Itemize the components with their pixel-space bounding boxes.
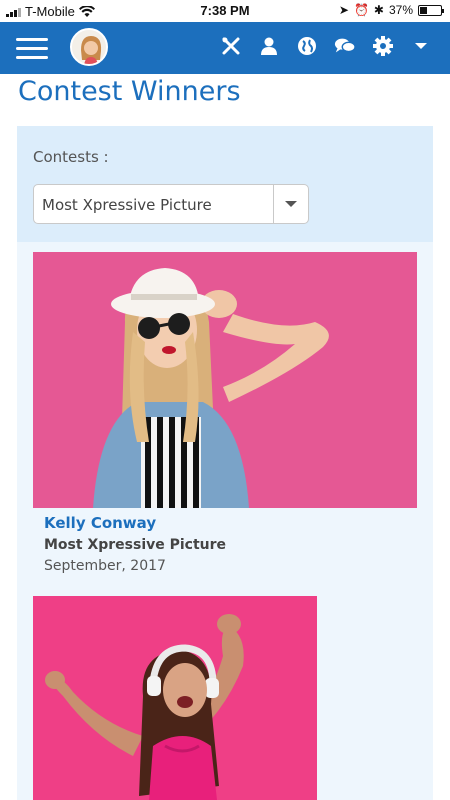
user-icon[interactable] — [258, 35, 280, 57]
contest-select-value: Most Xpressive Picture — [42, 196, 212, 214]
page-title: Contest Winners — [18, 76, 241, 107]
contest-filter-panel: Contests : Most Xpressive Picture — [17, 126, 433, 242]
battery-icon — [418, 4, 444, 16]
contests-label: Contests : — [33, 148, 109, 166]
tools-icon[interactable] — [220, 35, 242, 57]
location-icon: ➤ — [338, 3, 349, 17]
winner-photo[interactable] — [33, 596, 317, 800]
globe-icon[interactable] — [296, 35, 318, 57]
winners-list: Kelly Conway Most Xpressive Picture Sept… — [17, 242, 433, 800]
winner-contest: Most Xpressive Picture — [44, 537, 227, 553]
select-divider — [273, 185, 274, 223]
top-navbar — [0, 22, 450, 74]
navbar-actions — [220, 35, 432, 57]
avatar[interactable] — [70, 28, 108, 66]
winner-photo[interactable] — [33, 252, 417, 508]
chevron-down-icon[interactable] — [410, 35, 432, 57]
menu-icon[interactable] — [16, 38, 48, 60]
status-bar: T-Mobile 7:38 PM ➤ ⏰ ✱ 37% — [0, 0, 450, 22]
bluetooth-icon: ✱ — [373, 3, 384, 17]
caret-down-icon[interactable] — [285, 201, 297, 207]
gear-icon[interactable] — [372, 35, 394, 57]
alarm-icon: ⏰ — [353, 3, 369, 17]
contest-select[interactable]: Most Xpressive Picture — [33, 184, 309, 224]
battery-percent: 37% — [388, 3, 413, 17]
status-right: ➤ ⏰ ✱ 37% — [338, 3, 444, 17]
winner-date: September, 2017 — [44, 558, 166, 574]
chat-icon[interactable] — [334, 35, 356, 57]
winner-name[interactable]: Kelly Conway — [44, 514, 156, 532]
